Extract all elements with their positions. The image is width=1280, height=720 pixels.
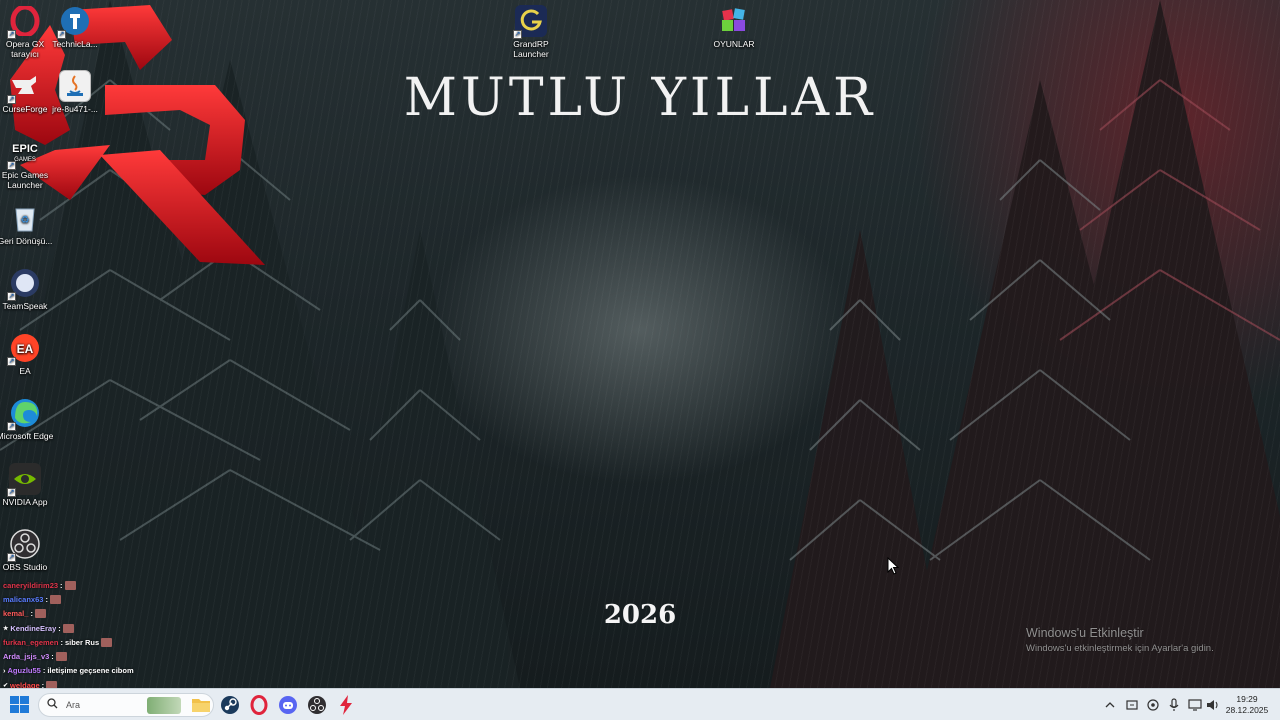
edge-icon: ↗ <box>7 397 41 431</box>
chat-message: kemal_: <box>3 607 163 621</box>
desktop-icon-oyunlar-folder[interactable]: OYUNLAR <box>701 5 767 49</box>
badge-icon: ★ <box>3 625 9 632</box>
emote-icon <box>55 652 67 662</box>
discord-icon <box>279 696 297 714</box>
desktop-icon-nvidia-app[interactable]: ↗ NVIDIA App <box>0 463 58 507</box>
desktop-icon-obs-studio[interactable]: ↗ OBS Studio <box>0 528 58 572</box>
wallpaper-headline: MUTLU YILLAR <box>403 68 877 128</box>
tray-overflow-button[interactable] <box>1102 697 1118 713</box>
app-bolt-icon <box>340 695 352 715</box>
folder-games-icon <box>718 5 750 37</box>
taskbar-obs[interactable] <box>305 693 329 717</box>
chat-message: › Aguzlu55: iletişime geçsene cibom <box>3 666 134 676</box>
wallpaper-year: 2026 <box>603 600 677 630</box>
desktop-icon-java-installer[interactable]: jre-8u471-... <box>42 70 108 114</box>
sync-icon <box>1126 700 1138 710</box>
grandrp-launcher-icon: ↗ <box>513 5 547 39</box>
desktop-icon-ea[interactable]: EA ↗ EA <box>0 332 58 376</box>
network-settings-icon <box>1147 699 1159 711</box>
mouse-cursor-icon <box>887 557 899 575</box>
recycle-bin-icon: ♻ <box>9 202 41 234</box>
tray-microphone[interactable] <box>1166 697 1182 713</box>
windows-logo-icon <box>10 696 29 713</box>
desktop-icon-recycle-bin[interactable]: ♻ Geri Dönüşü... <box>0 202 58 246</box>
emote-icon <box>64 580 76 590</box>
chevron-right-icon: › <box>3 666 6 676</box>
start-button[interactable] <box>10 696 30 714</box>
opera-gx-icon: ↗ <box>7 5 41 39</box>
steam-icon <box>221 696 239 714</box>
svg-text:EPIC: EPIC <box>12 143 38 155</box>
chevron-up-icon <box>1105 702 1115 708</box>
taskbar-opera-gx[interactable] <box>247 693 271 717</box>
epic-games-icon: EPIC GAMES ↗ <box>7 143 38 170</box>
taskbar-bolt-app[interactable] <box>334 693 358 717</box>
tray-network-settings[interactable] <box>1145 697 1161 713</box>
tray-volume[interactable] <box>1205 697 1221 713</box>
microphone-icon <box>1169 698 1179 711</box>
emote-icon <box>49 594 61 604</box>
volume-icon <box>1207 700 1218 710</box>
tray-display[interactable] <box>1187 697 1203 713</box>
emote-icon <box>34 609 46 619</box>
svg-text:EA: EA <box>17 342 34 356</box>
file-explorer-icon <box>192 699 210 712</box>
desktop-icon-microsoft-edge[interactable]: ↗ Microsoft Edge <box>0 397 58 441</box>
teamspeak-icon: ↗ <box>7 267 41 301</box>
chat-message: ★ KendineEray: <box>3 621 163 635</box>
desktop-icon-epic-games[interactable]: EPIC GAMES ↗ Epic Games Launcher <box>0 136 58 190</box>
chat-message: malicanx63: <box>3 592 163 606</box>
nvidia-icon: ↗ <box>7 463 41 497</box>
taskbar-clock[interactable]: 19:29 28.12.2025 <box>1222 694 1272 716</box>
emote-icon <box>62 623 74 633</box>
obs-icon: ↗ <box>7 528 41 562</box>
opera-gx-icon <box>250 695 268 715</box>
clock-date: 28.12.2025 <box>1225 705 1269 715</box>
taskbar-steam[interactable] <box>218 693 242 717</box>
desktop-icon-grandrp-launcher[interactable]: ↗ GrandRP Launcher <box>498 5 564 59</box>
java-installer-icon <box>59 70 91 102</box>
svg-text:GAMES: GAMES <box>14 157 36 163</box>
desktop-icon-technic-launcher[interactable]: ↗ TechnicLa... <box>42 5 108 49</box>
search-placeholder: Ara <box>66 700 81 710</box>
chat-message: caneryildirim23: <box>3 578 163 592</box>
ea-icon: EA ↗ <box>7 332 41 366</box>
chat-message: furkan_egemen: siber Rus <box>3 635 163 649</box>
clock-time: 19:29 <box>1236 694 1258 704</box>
taskbar: Ara 19:29 28.12.2025 <box>0 688 1280 720</box>
stream-chat-overlay: caneryildirim23: malicanx63: kemal_: ★ K… <box>3 578 163 692</box>
taskbar-discord[interactable] <box>276 693 300 717</box>
desktop-wallpaper: MUTLU YILLAR 2026 <box>0 0 1280 688</box>
chat-message: Arda_jsjs_v3: <box>3 649 163 663</box>
emote-icon <box>101 637 113 647</box>
obs-icon <box>308 696 326 714</box>
windows-activation-watermark: Windows'u Etkinleştir Windows'u etkinleş… <box>1026 626 1214 654</box>
search-icon <box>47 696 58 714</box>
search-highlight-image <box>147 697 181 714</box>
desktop-icon-teamspeak[interactable]: ↗ TeamSpeak <box>0 267 58 311</box>
svg-text:♻: ♻ <box>21 215 30 226</box>
taskbar-search-box[interactable]: Ara <box>38 693 214 717</box>
tray-sync[interactable] <box>1124 697 1140 713</box>
taskbar-file-explorer[interactable] <box>189 693 213 717</box>
curseforge-icon: ↗ <box>7 70 41 104</box>
display-icon <box>1188 699 1202 711</box>
technic-launcher-icon: ↗ <box>57 5 91 39</box>
